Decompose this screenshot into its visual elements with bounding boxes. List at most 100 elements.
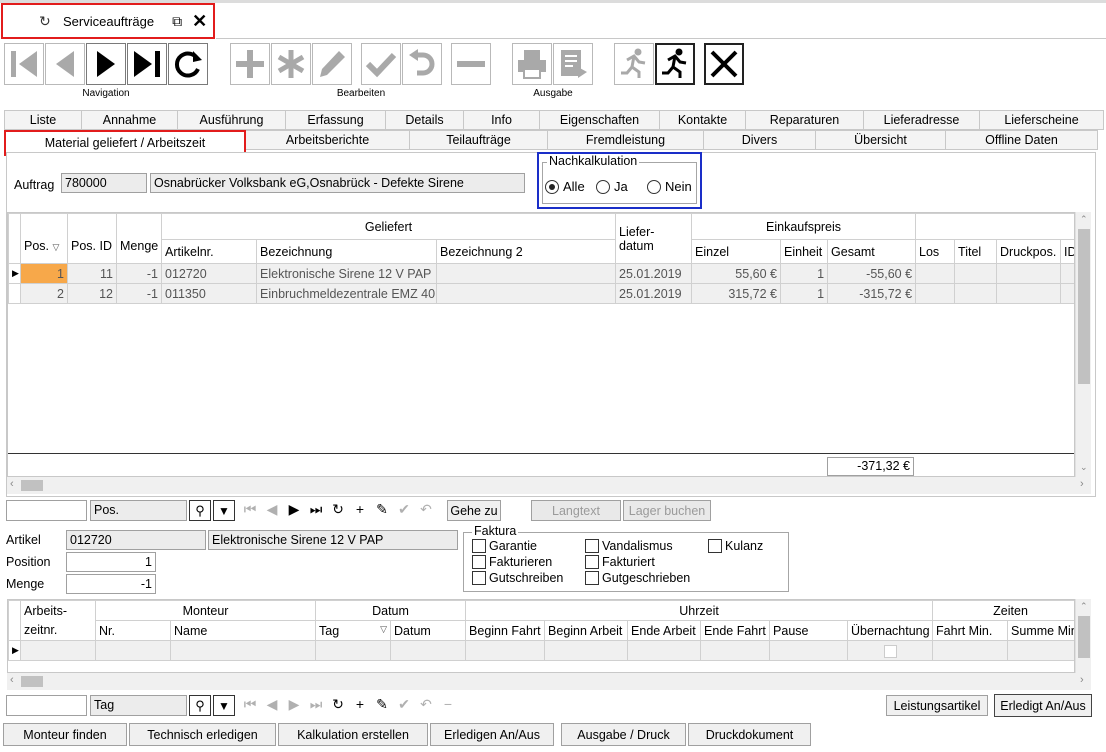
tab-kontakte[interactable]: Kontakte [660,110,746,130]
next-icon[interactable]: ▶ [284,501,304,518]
cell-einzel[interactable]: 315,72 € [691,283,782,304]
kalkulation-erstellen-button[interactable]: Kalkulation erstellen [278,723,428,746]
cell-gesamt[interactable]: -55,60 € [827,263,917,284]
tab-eigenschaften[interactable]: Eigenschaften [540,110,660,130]
column-header-lieferdatum[interactable]: Liefer- datum [615,213,693,264]
cell-menge[interactable]: -1 [116,283,162,304]
menge-field[interactable]: -1 [66,574,156,594]
column-header-druckpos[interactable]: Druckpos. [996,239,1062,264]
artikel-name-field[interactable]: Elektronische Sirene 12 V PAP [208,530,458,550]
column-header-bezeichnung[interactable]: Bezeichnung [256,239,437,264]
tab-arbeitsberichte[interactable]: Arbeitsberichte [246,130,410,150]
checkbox-garantie[interactable]: Garantie [472,539,537,553]
cell-pos-id[interactable]: 11 [67,263,117,284]
auftrag-description-field[interactable]: Osnabrücker Volksbank eG,Osnabrück - Def… [150,173,525,193]
column-header-uebernachtung[interactable]: Übernachtung [847,620,934,641]
tab-offline-daten[interactable]: Offline Daten [946,130,1098,150]
filter-button-arbeitszeit[interactable]: ▼ [213,695,235,716]
cell-tag[interactable] [315,640,392,661]
arbeitszeit-vertical-scrollbar[interactable]: ⌃ [1075,599,1091,673]
scroll-thumb[interactable] [21,480,43,491]
erledigen-button[interactable]: Erledigen An/Aus [430,723,554,746]
material-horizontal-scrollbar[interactable]: ‹ › [7,477,1091,494]
column-header-tag[interactable]: Tag ▽ [315,620,392,641]
column-header-pause[interactable]: Pause [769,620,849,641]
column-header-beginn-fahrt[interactable]: Beginn Fahrt [465,620,546,641]
search-input-arbeitszeit[interactable] [6,695,87,716]
tab-uebersicht[interactable]: Übersicht [816,130,946,150]
column-header-zeitnr[interactable]: zeitnr. [20,620,96,641]
cell-los[interactable] [915,283,956,304]
cell-nr[interactable] [95,640,171,661]
first-icon[interactable]: ⏮ [240,501,260,518]
close-icon[interactable]: ✕ [192,11,207,32]
column-header-pos[interactable]: Pos. ▽ [20,213,68,264]
runner-button-disabled[interactable] [614,43,654,85]
previous-icon[interactable]: ◀ [262,696,282,713]
scroll-up-icon[interactable]: ⌃ [1080,214,1088,225]
column-header-titel[interactable]: Titel [954,239,998,264]
scroll-right-icon[interactable]: › [1080,674,1084,686]
cell-pos[interactable]: 2 [20,283,68,304]
cell-titel[interactable] [954,283,998,304]
cell-druckpos[interactable] [996,263,1062,284]
column-header-bezeichnung2[interactable]: Bezeichnung 2 [435,239,617,264]
cell-menge[interactable]: -1 [116,263,162,284]
cell-los[interactable] [915,263,956,284]
cell-ende-fahrt[interactable] [700,640,771,661]
cell-bezeichnung2[interactable] [435,263,617,284]
column-header-fahrt-min[interactable]: Fahrt Min. [932,620,1009,641]
tab-lieferscheine[interactable]: Lieferscheine [980,110,1104,130]
cell-einheit[interactable]: 1 [780,263,829,284]
cell-id[interactable] [1060,283,1074,304]
print-button[interactable] [512,43,552,85]
check-icon[interactable]: ✔ [394,501,414,518]
window-tab[interactable]: ↻ Serviceaufträge ⧉ ✕ [1,3,215,39]
cell-bezeichnung2[interactable] [435,283,617,304]
cell-summe-min[interactable] [1007,640,1074,661]
search-button[interactable]: ⚲ [189,500,211,521]
tab-erfassung[interactable]: Erfassung [286,110,386,130]
lager-buchen-button[interactable]: Lager buchen [623,500,711,521]
minus-icon[interactable]: − [438,696,458,713]
undo-icon[interactable]: ↶ [416,696,436,713]
column-header-name[interactable]: Name [169,620,317,641]
cell-artikelnr[interactable]: 012720 [161,263,257,284]
scroll-left-icon[interactable]: ‹ [10,674,14,686]
cell-datum[interactable]: 25.01.2019 [615,263,693,284]
column-header-nr[interactable]: Nr. [95,620,171,641]
cell-gesamt[interactable]: -315,72 € [827,283,917,304]
checkbox-fakturiert[interactable]: Fakturiert [585,555,655,569]
column-header-artikelnr[interactable]: Artikelnr. [161,239,257,264]
column-header-datum[interactable]: Datum [390,620,467,641]
pencil-icon[interactable]: ✎ [372,501,392,518]
radio-nein[interactable]: Nein [647,179,692,194]
cell-pause[interactable] [769,640,849,661]
gehe-zu-button[interactable]: Gehe zu [447,500,501,521]
cell-pos[interactable]: 1 [20,263,68,284]
first-icon[interactable]: ⏮ [240,696,260,713]
column-header-einzel[interactable]: Einzel [691,239,782,264]
radio-alle[interactable]: Alle [545,179,585,194]
next-record-button[interactable] [86,43,126,85]
auftrag-number-field[interactable]: 780000 [61,173,147,193]
scroll-thumb[interactable] [1078,616,1090,658]
refresh-button[interactable] [168,43,208,85]
tab-fremdleistung[interactable]: Fremdleistung [548,130,704,150]
checkbox-kulanz[interactable]: Kulanz [708,539,763,553]
column-header-summe-min[interactable]: Summe Min [1007,620,1074,641]
table-row[interactable]: ▶ 1 11 -1 012720 Elektronische Sirene 12… [8,263,1074,284]
artikel-nr-field[interactable]: 012720 [66,530,206,550]
column-header-gesamt[interactable]: Gesamt [827,239,917,264]
cell-pos-id[interactable]: 12 [67,283,117,304]
plus-icon[interactable]: + [350,501,370,518]
erledigt-button[interactable]: Erledigt An/Aus [994,694,1092,717]
cell-einheit[interactable]: 1 [780,283,829,304]
scroll-up-icon[interactable]: ⌃ [1080,601,1088,612]
column-header-pos-id[interactable]: Pos. ID [67,213,117,264]
filter-button[interactable]: ▼ [213,500,235,521]
undo-icon[interactable]: ↶ [416,501,436,518]
close-record-button[interactable] [704,43,744,85]
search-button-arbeitszeit[interactable]: ⚲ [189,695,211,716]
material-vertical-scrollbar[interactable]: ⌃ ⌄ [1075,212,1091,477]
